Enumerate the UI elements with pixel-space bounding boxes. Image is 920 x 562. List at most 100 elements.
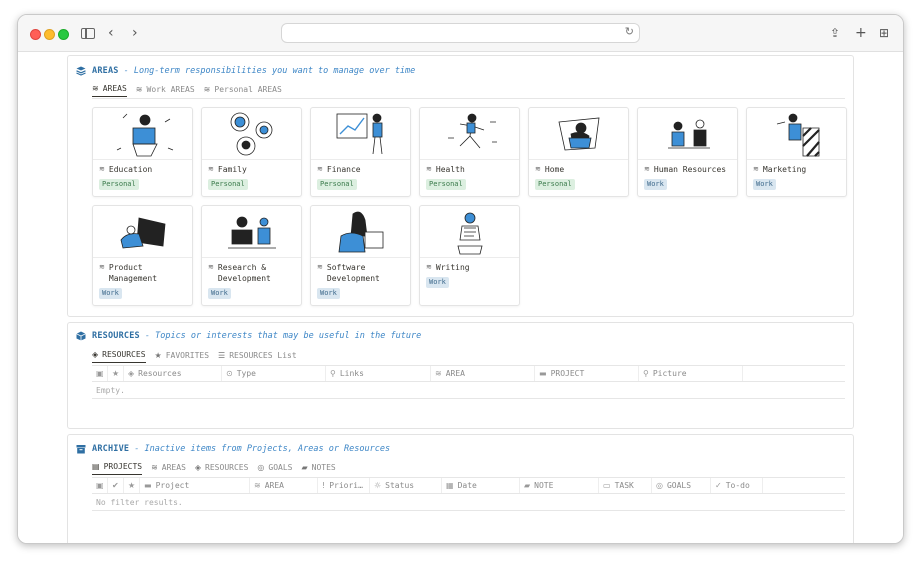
area-card-home[interactable]: ≋ Home Personal — [528, 107, 629, 197]
close-window-button[interactable] — [30, 29, 41, 40]
archive-header: ARCHIVE - Inactive items from Projects, … — [76, 444, 390, 454]
sidebar-toggle-icon[interactable] — [81, 28, 95, 39]
cube-icon: ◈ — [194, 462, 202, 472]
tab-resources-list[interactable]: ☰ RESOURCES List — [218, 350, 297, 363]
area-card-product-management[interactable]: ≋ Product Management Work — [92, 205, 193, 306]
address-bar[interactable]: ↻ — [281, 23, 640, 43]
column-area[interactable]: ≋ AREA — [250, 478, 318, 493]
share-icon[interactable]: ⇪ — [830, 23, 840, 43]
exclamation-icon: ! — [322, 481, 326, 490]
column-resources[interactable]: ◈ Resources — [124, 366, 222, 381]
column-goals[interactable]: ◎ GOALS — [652, 478, 711, 493]
area-tag: Work — [317, 288, 340, 299]
home-illustration — [529, 108, 628, 160]
health-illustration — [420, 108, 519, 160]
education-illustration — [93, 108, 192, 160]
column-project[interactable]: ▬ PROJECT — [535, 366, 639, 381]
tab-favorites[interactable]: ★ FAVORITES — [155, 350, 210, 363]
calendar-icon: ▦ — [446, 481, 454, 490]
stack-icon: ≋ — [208, 263, 214, 271]
area-card-human-resources[interactable]: ≋ Human Resources Work — [637, 107, 738, 197]
tab-notes[interactable]: ▰ NOTES — [301, 462, 335, 475]
area-tag: Personal — [208, 179, 248, 190]
tab-resources[interactable]: ◈ RESOURCES — [92, 350, 146, 363]
column-date[interactable]: ▦ Date — [442, 478, 520, 493]
area-tag: Personal — [99, 179, 139, 190]
stack-icon — [76, 66, 86, 76]
checkmark-icon: ✓ — [715, 481, 722, 490]
list-icon: ☰ — [218, 350, 226, 360]
resources-panel: RESOURCES - Topics or interests that may… — [67, 322, 854, 429]
resources-table: ▣ ★ ◈ Resources ⊙ Type ⚲ Links ≋ AREA ▬ PROJE… — [92, 365, 845, 399]
archive-panel: ARCHIVE - Inactive items from Projects, … — [67, 434, 854, 543]
column-note[interactable]: ▰ NOTE — [520, 478, 599, 493]
tab-areas[interactable]: ≋ AREAS — [92, 84, 127, 97]
column-task[interactable]: ▭ TASK — [599, 478, 652, 493]
column-status[interactable]: ☼ Status — [370, 478, 442, 493]
tab-personal-areas[interactable]: ≋ Personal AREAS — [204, 84, 282, 97]
page-content: AREAS - Long-term responsibilities you w… — [18, 53, 903, 543]
column-todo[interactable]: ✓ To-do — [711, 478, 763, 493]
target-icon: ◎ — [656, 481, 663, 490]
area-name: Marketing — [762, 165, 807, 174]
resources-description: - Topics or interests that may be useful… — [144, 331, 422, 341]
column-priority[interactable]: ! Priori… — [318, 478, 370, 493]
stack-icon: ≋ — [317, 263, 323, 271]
area-card-education[interactable]: ≋ Education Personal — [92, 107, 193, 197]
stack-icon: ≋ — [317, 165, 323, 173]
area-card-marketing[interactable]: ≋ Marketing Work — [746, 107, 847, 197]
column-area[interactable]: ≋ AREA — [431, 366, 535, 381]
zoom-window-button[interactable] — [58, 29, 69, 40]
column-type[interactable]: ⊙ Type — [222, 366, 326, 381]
tab-goals[interactable]: ◎ GOALS — [257, 462, 292, 475]
archive-icon: ▣ — [96, 369, 104, 378]
new-tab-icon[interactable]: + — [855, 23, 867, 43]
area-name: Research & Development — [217, 263, 271, 283]
tab-projects[interactable]: ▤ PROJECTS — [92, 462, 143, 475]
human-resources-illustration — [638, 108, 737, 160]
area-name: Health — [435, 165, 465, 174]
area-tag: Work — [99, 288, 122, 299]
back-arrow-icon[interactable]: ‹ — [108, 23, 114, 43]
stack-icon: ≋ — [208, 165, 214, 173]
area-card-software-development[interactable]: ≋ Software Development Work — [310, 205, 411, 306]
area-card-writing[interactable]: ≋ Writing Work — [419, 205, 520, 306]
forward-arrow-icon[interactable]: › — [132, 23, 138, 43]
area-card-finance[interactable]: ≋ Finance Personal — [310, 107, 411, 197]
minimize-window-button[interactable] — [44, 29, 55, 40]
no-results-message: No filter results. — [92, 494, 845, 511]
tab-overview-icon[interactable]: ⊞ — [879, 23, 889, 43]
tab-resources[interactable]: ◈ RESOURCES — [195, 462, 249, 475]
stack-icon: ≋ — [426, 165, 432, 173]
folder-icon: ▬ — [144, 481, 152, 490]
tab-areas[interactable]: ≋ AREAS — [151, 462, 186, 475]
archive-tabs: ▤ PROJECTS ≋ AREAS ◈ RESOURCES ◎ GOALS ▰ NOTE… — [92, 462, 345, 475]
archive-table: ▣ ✔ ★ ▬ Project ≋ AREA ! Priori… ☼ Status ▦ D… — [92, 477, 845, 511]
tab-work-areas[interactable]: ≋ Work AREAS — [136, 84, 195, 97]
column-archive[interactable]: ▣ — [92, 366, 108, 381]
area-tag: Work — [753, 179, 776, 190]
column-favorite[interactable]: ★ — [108, 366, 124, 381]
status-icon: ☼ — [374, 481, 382, 490]
archive-table-header: ▣ ✔ ★ ▬ Project ≋ AREA ! Priori… ☼ Status ▦ D… — [92, 477, 845, 494]
area-card-research-development[interactable]: ≋ Research & Development Work — [201, 205, 302, 306]
column-picture[interactable]: ⚲ Picture — [639, 366, 743, 381]
area-card-health[interactable]: ≋ Health Personal — [419, 107, 520, 197]
browser-window: ‹ › ↻ ⇪ + ⊞ AREAS - Long-term responsibi… — [17, 14, 904, 544]
column-favorite[interactable]: ★ — [124, 478, 140, 493]
software-development-illustration — [311, 206, 410, 258]
stack-icon: ≋ — [99, 263, 105, 271]
archive-box-icon — [76, 445, 86, 454]
column-project[interactable]: ▬ Project — [140, 478, 250, 493]
column-done[interactable]: ✔ — [108, 478, 124, 493]
area-card-family[interactable]: ≋ Family Personal — [201, 107, 302, 197]
column-links[interactable]: ⚲ Links — [326, 366, 431, 381]
stack-icon: ≋ — [135, 84, 143, 94]
cube-icon: ◈ — [92, 350, 99, 359]
area-name: Software Development — [326, 263, 380, 283]
reload-icon[interactable]: ↻ — [625, 25, 634, 38]
research-development-illustration — [202, 206, 301, 258]
stack-icon: ≋ — [535, 165, 541, 173]
column-archive[interactable]: ▣ — [92, 478, 108, 493]
archive-icon: ▣ — [96, 481, 104, 490]
